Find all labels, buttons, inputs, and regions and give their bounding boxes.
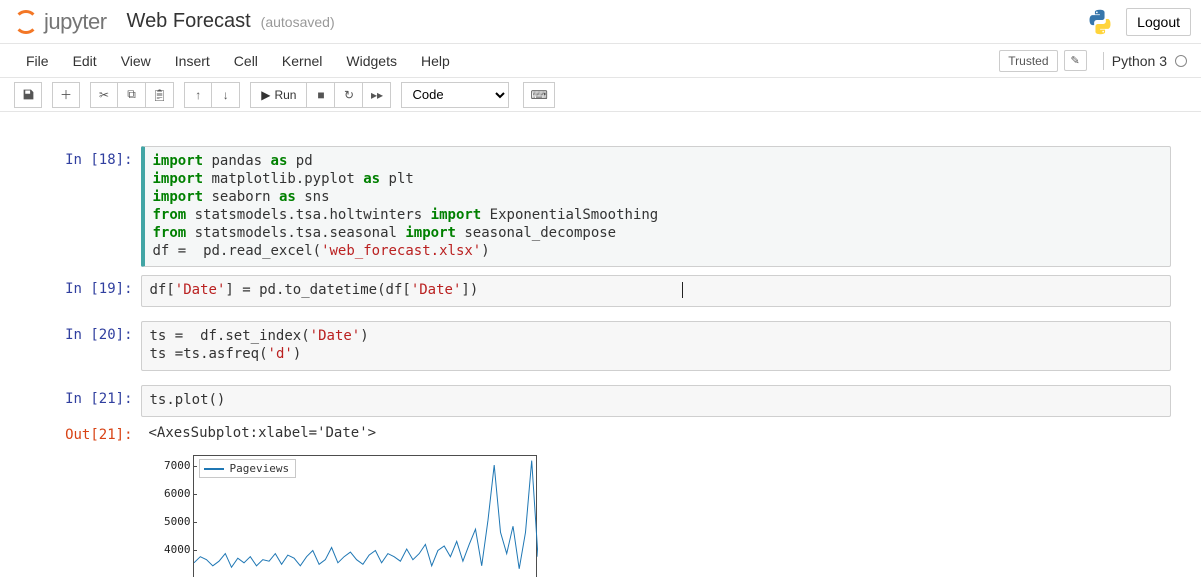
move-up-button[interactable]: ↑ [184, 82, 212, 108]
clipboard-icon: 📋︎ [152, 88, 167, 102]
copy-icon: ⧉ [127, 87, 136, 102]
code-input[interactable]: ts.plot() [141, 385, 1171, 417]
restart-run-all-button[interactable]: ▸▸ [363, 82, 391, 108]
code-input[interactable]: df['Date'] = pd.to_datetime(df['Date']) [141, 275, 1171, 307]
cell-type-select[interactable]: Code [401, 82, 509, 108]
trusted-indicator[interactable]: Trusted [999, 50, 1057, 72]
paste-button[interactable]: 📋︎ [146, 82, 174, 108]
stop-icon: ■ [317, 88, 324, 102]
code-input[interactable]: ts = df.set_index('Date') ts =ts.asfreq(… [141, 321, 1171, 371]
save-button[interactable] [14, 82, 42, 108]
code-text[interactable]: ts.plot() [150, 392, 1162, 410]
jupyter-logo[interactable]: jupyter [12, 8, 107, 36]
code-text[interactable]: ts = df.set_index('Date') ts =ts.asfreq(… [150, 328, 1162, 364]
code-cell[interactable]: In [19]: df['Date'] = pd.to_datetime(df[… [31, 275, 1171, 307]
code-cell[interactable]: In [18]: import pandas as pd import matp… [31, 146, 1171, 267]
refresh-icon: ↻ [344, 88, 354, 102]
run-button[interactable]: ▶ Run [250, 82, 307, 108]
prompt-in: In [19]: [31, 275, 141, 307]
menu-help[interactable]: Help [409, 47, 462, 75]
toolbar: ＋ ✂ ⧉ 📋︎ ↑ ↓ ▶ Run ■ ↻ ▸▸ Code ⌨ [0, 78, 1201, 112]
menu-cell[interactable]: Cell [222, 47, 270, 75]
python-logo-icon [1086, 8, 1114, 36]
output-row: Out[21]: <AxesSubplot:xlabel='Date'> [31, 421, 1171, 445]
kernel-name[interactable]: Python 3 [1112, 53, 1167, 69]
copy-button[interactable]: ⧉ [118, 82, 146, 108]
play-icon: ▶ [261, 88, 270, 102]
fast-forward-icon: ▸▸ [371, 88, 383, 102]
prompt-in: In [21]: [31, 385, 141, 417]
floppy-icon [22, 88, 35, 101]
command-palette-button[interactable]: ⌨ [523, 82, 554, 108]
menu-file[interactable]: File [14, 47, 61, 75]
separator-icon [1103, 52, 1104, 70]
prompt-out: Out[21]: [31, 421, 141, 445]
plus-icon: ＋ [60, 86, 72, 103]
code-cell[interactable]: In [20]: ts = df.set_index('Date') ts =t… [31, 321, 1171, 371]
restart-button[interactable]: ↻ [335, 82, 363, 108]
ytick-label: 5000 [157, 515, 191, 528]
keyboard-icon: ⌨ [530, 88, 547, 102]
menu-kernel[interactable]: Kernel [270, 47, 334, 75]
prompt-in: In [20]: [31, 321, 141, 371]
code-text[interactable]: df['Date'] = pd.to_datetime(df['Date']) [150, 282, 1162, 300]
jupyter-brand-text: jupyter [44, 9, 107, 35]
ytick-label: 7000 [157, 459, 191, 472]
menu-insert[interactable]: Insert [163, 47, 222, 75]
legend-label: Pageviews [230, 462, 290, 475]
output-text: <AxesSubplot:xlabel='Date'> [141, 421, 1171, 445]
arrow-down-icon: ↓ [223, 88, 229, 102]
kernel-idle-icon [1175, 55, 1187, 67]
autosave-status: (autosaved) [261, 14, 335, 30]
chart-legend: Pageviews [199, 459, 297, 478]
ytick-label: 6000 [157, 487, 191, 500]
scissors-icon: ✂ [99, 88, 109, 102]
run-label: Run [274, 88, 296, 102]
menu-edit[interactable]: Edit [61, 47, 109, 75]
jupyter-swirl-icon [12, 8, 40, 36]
text-cursor-icon [682, 282, 683, 298]
insert-cell-button[interactable]: ＋ [52, 82, 80, 108]
move-down-button[interactable]: ↓ [212, 82, 240, 108]
notebook-container: In [18]: import pandas as pd import matp… [0, 112, 1201, 583]
code-cell[interactable]: In [21]: ts.plot() [31, 385, 1171, 417]
legend-swatch-icon [204, 468, 224, 470]
ytick-label: 4000 [157, 543, 191, 556]
edit-mode-indicator: ✎ [1064, 50, 1087, 71]
prompt-in: In [18]: [31, 146, 141, 267]
code-input[interactable]: import pandas as pd import matplotlib.py… [141, 146, 1171, 267]
interrupt-button[interactable]: ■ [307, 82, 335, 108]
menubar: File Edit View Insert Cell Kernel Widget… [0, 44, 1201, 78]
arrow-up-icon: ↑ [195, 88, 201, 102]
menu-widgets[interactable]: Widgets [334, 47, 409, 75]
notebook-title[interactable]: Web Forecast [127, 10, 251, 33]
cut-button[interactable]: ✂ [90, 82, 118, 108]
plot-output: 7000 6000 5000 4000 Pageviews [31, 449, 1171, 579]
header: jupyter Web Forecast (autosaved) Logout [0, 0, 1201, 44]
logout-button[interactable]: Logout [1126, 8, 1191, 36]
code-text[interactable]: import pandas as pd import matplotlib.py… [153, 153, 1162, 260]
pageviews-chart: 7000 6000 5000 4000 Pageviews [149, 451, 539, 579]
menu-view[interactable]: View [109, 47, 163, 75]
